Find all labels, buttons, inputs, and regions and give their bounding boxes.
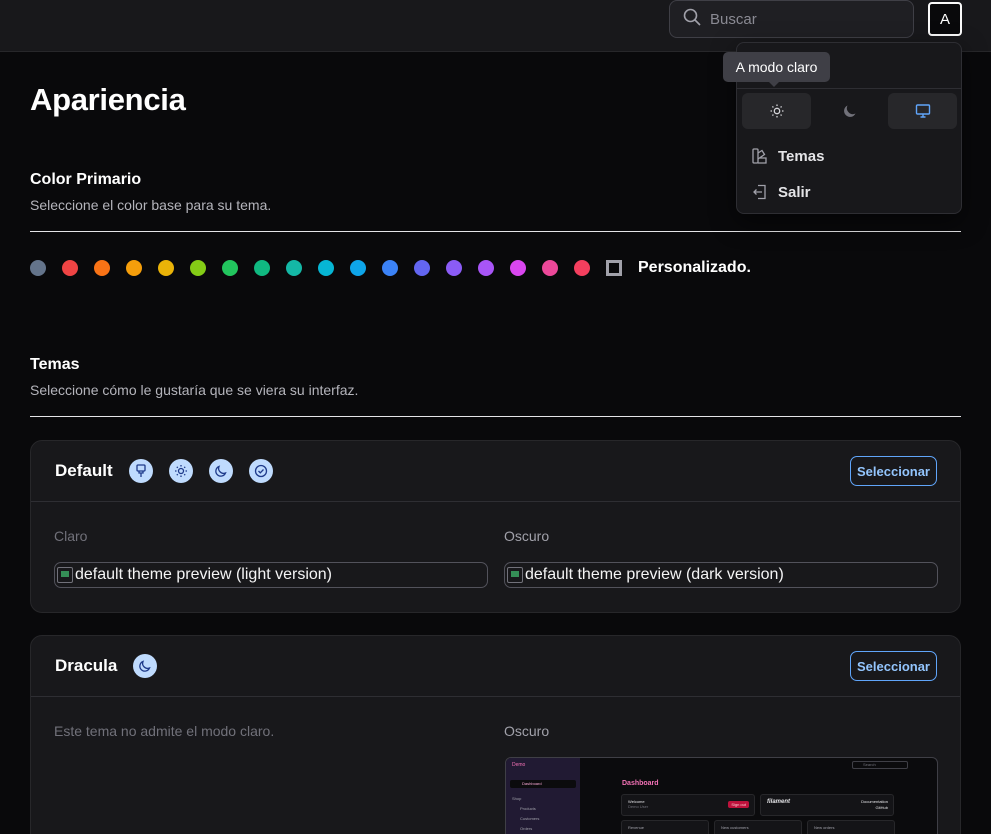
custom-color-swatch[interactable] — [606, 260, 622, 276]
light-preview-image: default theme preview (light version) — [54, 562, 488, 588]
color-swatch[interactable] — [478, 260, 494, 276]
light-preview-alt: default theme preview (light version) — [75, 566, 333, 583]
dark-mode-button[interactable] — [815, 93, 884, 129]
color-swatch[interactable] — [350, 260, 366, 276]
light-label: Claro — [54, 528, 88, 544]
color-swatch[interactable] — [414, 260, 430, 276]
color-swatch[interactable] — [254, 260, 270, 276]
moon-icon — [208, 459, 233, 483]
search-icon — [682, 7, 702, 32]
themes-description: Seleccione cómo le gustaría que se viera… — [30, 382, 359, 398]
primary-color-title: Color Primario — [30, 171, 142, 188]
theme-name: Dracula — [55, 656, 118, 675]
preview-sidebar: Demo Dashboard Shop Products Customers O… — [506, 758, 580, 834]
light-mode-button[interactable] — [742, 93, 811, 129]
divider — [737, 88, 961, 89]
color-swatch[interactable] — [318, 260, 334, 276]
preview-filament: filament — [767, 799, 791, 805]
system-mode-button[interactable] — [888, 93, 957, 129]
preview-nav-group: Shop — [512, 796, 522, 801]
check-circle-icon — [248, 459, 273, 483]
menu-item-label: Temas — [778, 147, 825, 165]
avatar[interactable]: A — [928, 2, 962, 36]
moon-icon — [133, 654, 158, 678]
color-swatch[interactable] — [446, 260, 462, 276]
select-default-button[interactable]: Seleccionar — [850, 456, 937, 486]
primary-color-description: Seleccione el color base para su tema. — [30, 197, 272, 213]
menu-item-salir[interactable]: Salir — [751, 183, 811, 201]
menu-item-temas[interactable]: Temas — [751, 147, 824, 165]
preview-documentation: Documentation — [861, 799, 888, 804]
theme-card-dracula: Dracula Seleccionar Este tema no admite … — [30, 635, 961, 834]
color-swatch[interactable] — [286, 260, 302, 276]
page-title: Apariencia — [30, 82, 186, 117]
swatch-icon — [752, 148, 767, 164]
color-swatch[interactable] — [190, 260, 206, 276]
preview-sign-out: Sign out — [728, 801, 749, 808]
search-input[interactable] — [710, 10, 900, 28]
color-swatch-list: Personalizado. — [30, 259, 751, 277]
preview-github: GitHub — [875, 805, 888, 810]
theme-name: Default — [55, 461, 113, 480]
select-dracula-button[interactable]: Seleccionar — [850, 651, 937, 681]
theme-card-default: Default Seleccionar Claro Oscuro default… — [30, 440, 961, 613]
preview-filament-card: filament Documentation GitHub — [760, 794, 894, 816]
theme-card-header: Dracula Seleccionar — [31, 636, 960, 697]
color-swatch[interactable] — [158, 260, 174, 276]
sun-icon — [770, 104, 783, 118]
preview-revenue: Revenue — [621, 820, 709, 834]
sun-icon — [168, 459, 193, 483]
color-swatch[interactable] — [30, 260, 46, 276]
preview-new-customers: New customers — [714, 820, 802, 834]
themes-title: Temas — [30, 356, 80, 373]
preview-new-orders: New orders — [807, 820, 895, 834]
preview-nav-selected: Dashboard — [510, 780, 576, 788]
no-light-mode-notice: Este tema no admite el modo claro. — [54, 723, 275, 739]
preview-search: Search — [852, 761, 908, 769]
preview-nav-item: Orders — [520, 826, 533, 831]
custom-color-label[interactable]: Personalizado. — [638, 259, 751, 277]
tooltip: A modo claro — [723, 52, 830, 87]
monitor-icon — [915, 104, 930, 118]
color-swatch[interactable] — [574, 260, 590, 276]
broken-image-icon — [57, 567, 73, 583]
preview-welcome-sub: Demo User — [628, 804, 649, 809]
color-swatch[interactable] — [62, 260, 78, 276]
color-swatch[interactable] — [222, 260, 238, 276]
preview-welcome-card: Welcome Demo User Sign out — [621, 794, 755, 816]
color-swatch[interactable] — [510, 260, 526, 276]
search-box[interactable] — [669, 0, 914, 38]
theme-card-header: Default Seleccionar — [31, 441, 960, 502]
divider — [30, 416, 961, 417]
divider — [30, 231, 961, 232]
moon-icon — [843, 105, 855, 117]
dark-preview-alt: default theme preview (dark version) — [525, 566, 784, 583]
color-swatch[interactable] — [94, 260, 110, 276]
paintbrush-icon — [128, 459, 153, 483]
color-swatch[interactable] — [382, 260, 398, 276]
dark-preview-image: default theme preview (dark version) — [504, 562, 938, 588]
dark-label: Oscuro — [504, 723, 550, 739]
preview-nav-item: Products — [520, 806, 536, 811]
dracula-dark-preview: Demo Dashboard Shop Products Customers O… — [505, 757, 938, 834]
color-swatch[interactable] — [126, 260, 142, 276]
preview-brand: Demo — [512, 762, 526, 768]
preview-heading: Dashboard — [622, 780, 659, 787]
menu-item-label: Salir — [778, 183, 811, 201]
color-swatch[interactable] — [542, 260, 558, 276]
broken-image-icon — [507, 567, 523, 583]
dark-label: Oscuro — [504, 528, 550, 544]
logout-icon — [753, 184, 766, 200]
preview-nav-item: Customers — [520, 816, 540, 821]
